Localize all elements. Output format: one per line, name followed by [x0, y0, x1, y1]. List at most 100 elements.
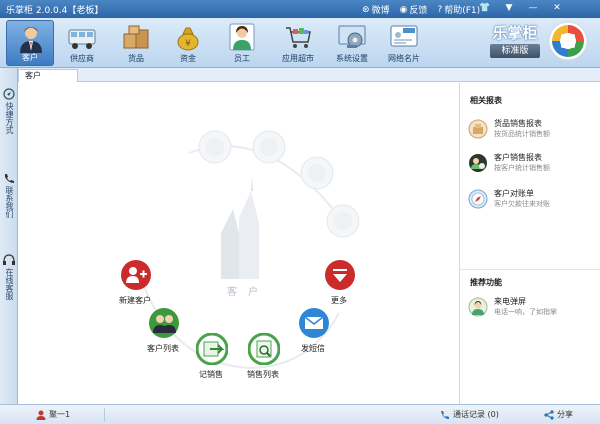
money-bag-icon: ¥	[177, 27, 199, 51]
report-desc: 按客户统计销售额	[494, 164, 550, 172]
sidebar-label: 在线客服	[5, 268, 14, 300]
weibo-icon: ⊛	[362, 4, 370, 15]
call-records-label: 通话记录 (0)	[453, 410, 499, 419]
tool-label: 员工	[234, 54, 250, 63]
record-sale-button[interactable]: 记销售	[195, 332, 229, 379]
recommend-section-title: 推荐功能	[470, 278, 502, 287]
more-button[interactable]: 更多	[324, 259, 356, 305]
settings-gear-icon	[338, 25, 366, 48]
tool-business-card[interactable]: 网络名片	[380, 20, 428, 66]
user-icon	[36, 410, 46, 420]
record-sale-icon	[195, 332, 229, 366]
app-title: 乐掌柜 2.0.0.4【老板】	[6, 6, 104, 16]
tool-supplier[interactable]: 供应商	[58, 20, 106, 66]
tool-label: 客户	[22, 53, 38, 62]
call-records-link[interactable]: 通话记录 (0)	[440, 409, 499, 420]
goods-sales-report-link[interactable]: 货品销售报表 按货品统计销售额	[468, 117, 596, 143]
business-card-icon	[390, 25, 418, 47]
headset-icon	[3, 254, 15, 265]
report-title: 客户销售报表	[494, 153, 542, 162]
tool-goods[interactable]: 货品	[112, 20, 160, 66]
app-logo-icon	[548, 21, 588, 61]
node-label: 销售列表	[247, 370, 279, 379]
current-user[interactable]: 聚一1	[36, 409, 70, 420]
supplier-truck-icon	[68, 29, 96, 49]
sidebar-label: 快捷方式	[5, 102, 14, 134]
left-sidebar: 快捷方式 联系我们 在线客服	[0, 68, 18, 404]
node-label: 客户列表	[147, 344, 179, 353]
sales-list-button[interactable]: 销售列表	[247, 332, 281, 379]
feedback-icon: ◉	[399, 4, 408, 15]
caller-popup-icon	[468, 297, 488, 317]
sales-list-icon	[247, 332, 281, 366]
customer-report-icon	[469, 154, 487, 172]
tab-customer[interactable]: 客户	[18, 69, 78, 82]
phone-icon	[441, 410, 449, 419]
customer-list-icon	[149, 308, 179, 338]
tool-customer[interactable]: 客户	[6, 20, 54, 66]
window-controls: 👕 ▼ — ✕	[478, 3, 564, 13]
tool-label: 网络名片	[388, 54, 420, 63]
node-label: 更多	[331, 296, 347, 305]
minimize-icon[interactable]: —	[526, 3, 540, 13]
tool-app-market[interactable]: 应用超市	[274, 20, 322, 66]
new-customer-button[interactable]: 新建客户	[119, 259, 152, 305]
customer-list-button[interactable]: 客户列表	[147, 307, 180, 353]
customer-icon	[20, 27, 42, 53]
send-sms-button[interactable]: 发短信	[298, 307, 330, 353]
customer-statement-link[interactable]: 客户对账单 客户欠款往来对账	[468, 187, 596, 213]
shortcut-icon	[3, 88, 15, 100]
tool-label: 货品	[128, 54, 144, 63]
tool-employee[interactable]: 员工	[218, 20, 266, 66]
status-bar: 聚一1 通话记录 (0) 分享	[0, 404, 600, 424]
tool-label: 供应商	[70, 54, 94, 63]
tool-label: 资金	[180, 54, 196, 63]
recommend-desc: 电话一响，了如指掌	[494, 308, 557, 316]
phone-icon	[5, 174, 14, 183]
title-bar: 乐掌柜 2.0.0.4【老板】 ⊛ 微博 ◉ 反馈 ? 帮助(F1) 👕 ▼ —…	[0, 0, 600, 18]
node-label: 发短信	[301, 344, 325, 353]
sidebar-item-contact[interactable]: 联系我们	[2, 172, 16, 218]
feedback-link[interactable]: ◉ 反馈	[399, 3, 428, 17]
user-name: 聚一1	[49, 410, 71, 419]
weibo-link[interactable]: ⊛ 微博	[362, 3, 390, 17]
report-desc: 客户欠款往来对账	[494, 200, 550, 208]
menu-dropdown-icon[interactable]: ▼	[502, 3, 516, 13]
sidebar-label: 联系我们	[5, 186, 14, 218]
share-link[interactable]: 分享	[544, 409, 573, 420]
tool-label: 系统设置	[336, 54, 368, 63]
title-links: ⊛ 微博 ◉ 反馈 ? 帮助(F1)	[362, 3, 480, 17]
tool-money[interactable]: ¥ 资金	[164, 20, 212, 66]
statement-compass-icon	[468, 189, 488, 209]
tab-bar: 客户	[18, 68, 600, 82]
help-icon: ?	[437, 4, 443, 15]
status-divider	[104, 408, 105, 422]
caller-popup-link[interactable]: 来电弹屏 电话一响，了如指掌	[468, 295, 596, 321]
share-label: 分享	[557, 410, 573, 419]
customer-sales-report-link[interactable]: 客户销售报表 按客户统计销售额	[468, 151, 596, 177]
svg-text:¥: ¥	[185, 39, 191, 49]
workspace-decoration	[138, 130, 360, 370]
workspace-center-label: 客 户	[227, 287, 263, 298]
skin-shirt-icon[interactable]: 👕	[478, 3, 492, 13]
close-icon[interactable]: ✕	[550, 3, 564, 13]
sidebar-item-shortcuts[interactable]: 快捷方式	[2, 88, 16, 134]
goods-report-icon	[468, 119, 488, 139]
customer-workspace: 客 户 新建客户 客户列表 记销售 销售列表 发短信 更多	[19, 83, 458, 404]
help-link[interactable]: ? 帮助(F1)	[437, 3, 480, 17]
right-panel: 相关报表 货品销售报表 按货品统计销售额 客户销售报表 按客户统计销售额 客户对…	[459, 83, 600, 404]
report-desc: 按货品统计销售额	[494, 130, 550, 138]
send-sms-icon	[299, 308, 329, 338]
reports-section-title: 相关报表	[470, 96, 502, 105]
brand-logo-text: 乐掌柜 标准版	[484, 22, 546, 62]
report-title: 货品销售报表	[494, 119, 542, 128]
more-icon	[325, 260, 355, 290]
panel-divider	[460, 269, 600, 270]
recommend-title: 来电弹屏	[494, 297, 526, 306]
app-market-cart-icon	[286, 27, 311, 48]
share-icon	[544, 409, 554, 420]
tool-settings[interactable]: 系统设置	[328, 20, 376, 66]
report-title: 客户对账单	[494, 189, 534, 198]
sidebar-item-online-service[interactable]: 在线客服	[2, 254, 16, 300]
employee-icon	[229, 23, 255, 51]
